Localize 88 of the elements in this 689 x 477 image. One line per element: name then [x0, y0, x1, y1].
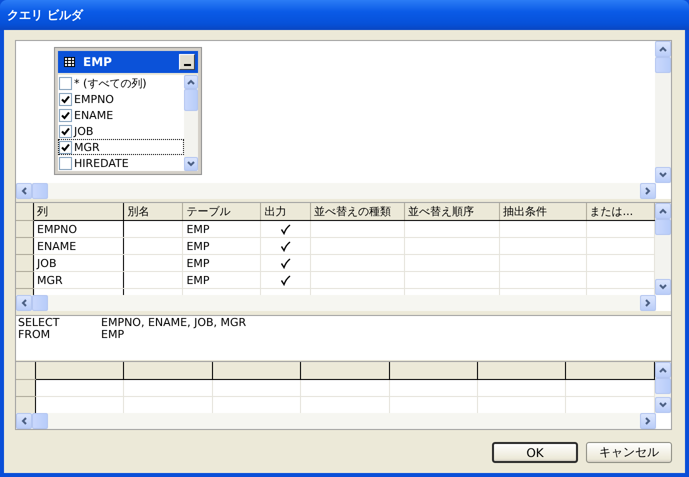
row-header[interactable] — [16, 396, 36, 413]
row-header[interactable] — [16, 220, 34, 238]
column-item[interactable]: HIREDATE — [58, 155, 184, 171]
grid-cell[interactable]: EMP — [182, 238, 261, 255]
scrollbar[interactable] — [16, 412, 656, 429]
table-name: EMP — [83, 55, 113, 69]
row-header[interactable] — [16, 254, 34, 272]
scrollbar[interactable] — [184, 75, 198, 171]
check-icon[interactable] — [280, 224, 292, 236]
grid-cell[interactable]: ENAME — [34, 238, 124, 255]
scroll-left-button[interactable] — [16, 182, 32, 199]
scrollbar[interactable] — [16, 295, 656, 312]
checkbox[interactable] — [59, 92, 72, 106]
scroll-thumb[interactable] — [32, 412, 48, 429]
column-header[interactable] — [300, 362, 390, 380]
scroll-thumb[interactable] — [184, 89, 198, 111]
check-icon[interactable] — [280, 241, 292, 252]
scroll-up-button[interactable] — [655, 362, 671, 378]
scroll-left-button[interactable] — [16, 412, 32, 429]
checkbox[interactable] — [59, 124, 72, 138]
column-header[interactable]: テーブル — [182, 203, 261, 221]
table-window[interactable]: EMP * (すべての列) EMPNO ENAME JOB MGR HIREDATE — [55, 48, 201, 174]
check-icon[interactable] — [280, 275, 292, 286]
checkbox[interactable] — [59, 76, 72, 90]
sql-clause: EMPNO, ENAME, JOB, MGR — [101, 316, 246, 330]
scroll-thumb[interactable] — [655, 219, 671, 236]
column-item[interactable]: JOB — [58, 123, 184, 139]
scroll-right-button[interactable] — [640, 412, 656, 429]
cancel-button[interactable]: キャンセル — [586, 442, 672, 463]
table-grid-icon — [64, 57, 75, 67]
grid-cell[interactable]: JOB — [34, 254, 124, 272]
grid-cell[interactable]: MGR — [34, 272, 124, 289]
column-header[interactable] — [212, 362, 301, 380]
scroll-right-button[interactable] — [640, 295, 656, 312]
minimize-icon — [184, 64, 190, 66]
scroll-up-button[interactable] — [655, 203, 671, 220]
check-icon[interactable] — [280, 258, 292, 270]
grid-cell[interactable]: EMP — [182, 220, 261, 238]
grid-cell[interactable]: EMP — [182, 272, 261, 289]
scrollbar[interactable] — [655, 203, 671, 296]
scroll-right-button[interactable] — [640, 182, 656, 199]
row-header[interactable] — [16, 203, 34, 221]
row-header[interactable] — [16, 272, 34, 289]
column-header[interactable] — [478, 362, 566, 380]
checkbox[interactable] — [59, 156, 72, 170]
sql-editor[interactable]: SELECT EMPNO, ENAME, JOB, MGR FROM EMP — [16, 316, 671, 360]
scroll-thumb[interactable] — [32, 182, 48, 199]
column-header[interactable]: 出力 — [260, 203, 310, 221]
column-item[interactable]: * (すべての列) — [58, 75, 184, 91]
scroll-down-button[interactable] — [184, 157, 198, 171]
column-header[interactable] — [389, 362, 478, 380]
sql-clause: EMP — [101, 328, 124, 342]
scroll-up-button[interactable] — [184, 75, 198, 89]
column-header[interactable]: 別名 — [124, 203, 183, 221]
scroll-down-button[interactable] — [655, 166, 671, 183]
row-header[interactable] — [16, 362, 36, 380]
scroll-thumb[interactable] — [32, 295, 48, 312]
grid-cell[interactable]: EMP — [182, 254, 261, 272]
column-item[interactable]: MGR — [58, 139, 184, 155]
column-header[interactable]: 列 — [34, 203, 124, 221]
column-item[interactable]: ENAME — [58, 107, 184, 123]
scroll-left-button[interactable] — [16, 295, 32, 312]
scroll-down-button[interactable] — [655, 396, 671, 413]
window-title: クエリ ビルダ — [7, 6, 84, 24]
column-header[interactable]: 並べ替え順序 — [404, 203, 500, 221]
minimize-button[interactable] — [179, 54, 195, 70]
column-header[interactable] — [566, 362, 654, 380]
column-item[interactable]: EMPNO — [58, 91, 184, 107]
ok-button[interactable]: OK — [492, 442, 578, 463]
scroll-thumb[interactable] — [655, 57, 671, 73]
scrollbar[interactable] — [655, 362, 671, 413]
checkbox[interactable] — [59, 140, 72, 154]
row-header[interactable] — [16, 379, 36, 396]
sql-keyword: SELECT — [18, 317, 60, 330]
grid-cell[interactable]: EMPNO — [34, 220, 124, 238]
column-header[interactable]: または... — [586, 203, 654, 221]
column-header[interactable] — [35, 362, 124, 380]
scrollbar[interactable] — [655, 41, 671, 183]
sql-keyword: FROM — [18, 329, 52, 342]
scroll-thumb[interactable] — [655, 378, 671, 394]
scrollbar[interactable] — [16, 182, 656, 199]
scroll-up-button[interactable] — [655, 41, 671, 57]
scroll-down-button[interactable] — [655, 279, 671, 296]
column-header[interactable]: 並べ替えの種類 — [310, 203, 405, 221]
checkbox[interactable] — [59, 108, 72, 122]
column-header[interactable]: 抽出条件 — [500, 203, 586, 221]
column-header[interactable] — [124, 362, 212, 380]
row-header[interactable] — [16, 238, 34, 255]
